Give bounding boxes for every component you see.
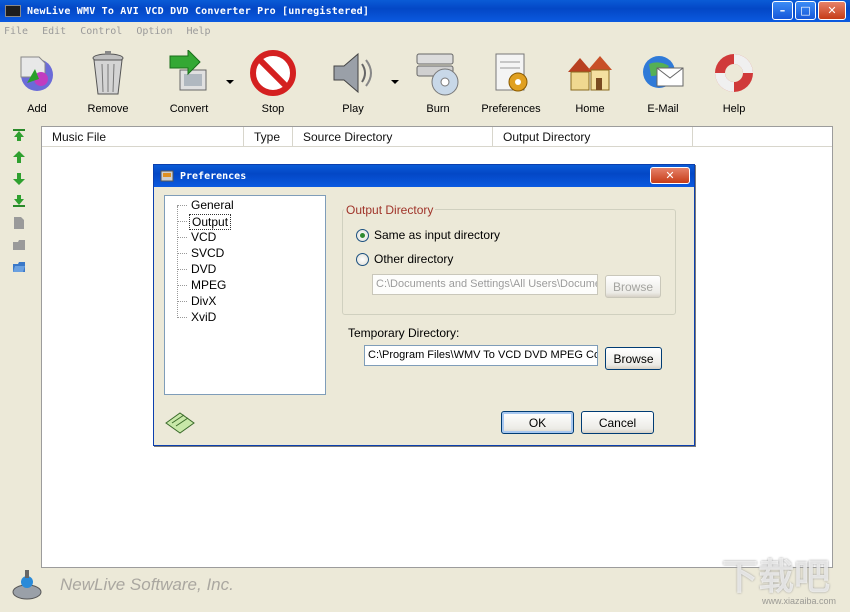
burn-label: Burn (426, 103, 450, 115)
radio-other-circle[interactable] (356, 252, 369, 266)
preferences-icon (486, 48, 536, 98)
dialog-close-button[interactable]: ✕ (650, 167, 690, 184)
dialog-book-icon (165, 412, 195, 434)
radio-same-circle[interactable] (356, 228, 369, 242)
email-label: E-Mail (647, 103, 679, 115)
email-button[interactable]: E-Mail (631, 42, 695, 116)
burn-disc-icon (413, 48, 463, 98)
add-label: Add (27, 103, 47, 115)
tree-item-output[interactable]: Output (189, 214, 232, 230)
lifebuoy-icon (709, 48, 759, 98)
move-up-icon[interactable] (12, 150, 26, 164)
title-bar: NewLive WMV To AVI VCD DVD Converter Pro… (0, 0, 850, 22)
company-logo-icon (10, 568, 44, 605)
remove-button[interactable]: Remove (76, 42, 140, 116)
tree-item-general[interactable]: General (189, 198, 236, 212)
radio-same-label: Same as input directory (374, 228, 501, 242)
dialog-app-icon (160, 170, 174, 182)
company-brand: NewLive Software, Inc. (60, 575, 234, 594)
tree-item-svcd[interactable]: SVCD (189, 246, 226, 260)
convert-icon (164, 48, 214, 98)
document-icon[interactable] (12, 216, 26, 230)
speaker-icon (328, 48, 378, 98)
close-button[interactable]: ✕ (818, 1, 846, 20)
add-button[interactable]: Add (5, 42, 69, 116)
site-watermark: 下载吧 (721, 557, 830, 598)
convert-dropdown-arrow[interactable] (226, 80, 234, 84)
radio-same-as-input[interactable]: Same as input directory (356, 228, 500, 242)
home-label: Home (575, 103, 605, 115)
stop-label: Stop (261, 103, 285, 115)
menu-option[interactable]: Option (136, 26, 172, 37)
column-output-directory[interactable]: Output Directory (493, 127, 693, 147)
minimize-button[interactable]: – (772, 1, 793, 20)
other-directory-input[interactable]: C:\Documents and Settings\All Users\Docu… (372, 274, 598, 295)
radio-other-directory[interactable]: Other directory (356, 252, 453, 266)
side-toolbar (10, 128, 30, 282)
column-source-directory[interactable]: Source Directory (293, 127, 493, 147)
stop-button[interactable]: Stop (241, 42, 305, 116)
home-icon (565, 48, 615, 98)
ok-button[interactable]: OK (501, 411, 574, 434)
help-button[interactable]: Help (702, 42, 766, 116)
dialog-title-bar: Preferences ✕ (154, 165, 694, 187)
column-music-file[interactable]: Music File (42, 127, 244, 147)
menu-edit[interactable]: Edit (42, 26, 66, 37)
home-button[interactable]: Home (558, 42, 622, 116)
tree-item-xvid[interactable]: XviD (189, 310, 218, 324)
email-icon (638, 48, 688, 98)
play-label: Play (342, 103, 364, 115)
tree-item-vcd[interactable]: VCD (189, 230, 218, 244)
move-down-icon[interactable] (12, 172, 26, 186)
remove-label: Remove (87, 103, 129, 115)
help-label: Help (722, 103, 746, 115)
list-header: Music File Type Source Directory Output … (42, 127, 832, 147)
main-toolbar: Add Remove Convert Stop Play Burn Prefer… (0, 42, 850, 120)
play-button[interactable]: Play (321, 42, 385, 116)
tree-item-divx[interactable]: DivX (189, 294, 218, 308)
preferences-label: Preferences (481, 103, 541, 115)
app-icon (5, 5, 21, 17)
temporary-directory-browse-button[interactable]: Browse (605, 347, 662, 370)
move-top-icon[interactable] (12, 128, 26, 142)
dialog-title: Preferences (180, 170, 247, 182)
tree-item-mpeg[interactable]: MPEG (189, 278, 228, 292)
add-music-icon (12, 48, 62, 98)
temporary-directory-label: Temporary Directory: (348, 326, 460, 340)
tree-item-dvd[interactable]: DVD (189, 262, 218, 276)
trash-icon (83, 48, 133, 98)
preferences-button[interactable]: Preferences (479, 42, 543, 116)
convert-label: Convert (169, 103, 209, 115)
play-dropdown-arrow[interactable] (391, 80, 399, 84)
cancel-button[interactable]: Cancel (581, 411, 654, 434)
burn-button[interactable]: Burn (406, 42, 470, 116)
output-directory-group-title: Output Directory (344, 203, 436, 217)
folder-icon[interactable] (12, 238, 26, 252)
open-folder-icon[interactable] (12, 260, 26, 274)
window-title: NewLive WMV To AVI VCD DVD Converter Pro… (27, 5, 370, 17)
site-watermark-url: www.xiazaiba.com (761, 596, 836, 606)
convert-button[interactable]: Convert (157, 42, 221, 116)
preferences-tree[interactable]: General Output VCD SVCD DVD MPEG DivX Xv… (164, 195, 326, 395)
move-bottom-icon[interactable] (12, 194, 26, 208)
maximize-button[interactable]: □ (795, 1, 816, 20)
stop-icon (248, 48, 298, 98)
temporary-directory-input[interactable]: C:\Program Files\WMV To VCD DVD MPEG Co (364, 345, 598, 366)
menu-file[interactable]: File (4, 26, 28, 37)
menu-control[interactable]: Control (80, 26, 122, 37)
menu-help[interactable]: Help (186, 26, 210, 37)
other-directory-browse-button[interactable]: Browse (605, 275, 661, 298)
column-type[interactable]: Type (244, 127, 293, 147)
menu-bar: File Edit Control Option Help (0, 22, 850, 40)
radio-other-label: Other directory (374, 252, 454, 266)
preferences-dialog: Preferences ✕ General Output VCD SVCD DV… (153, 164, 695, 446)
